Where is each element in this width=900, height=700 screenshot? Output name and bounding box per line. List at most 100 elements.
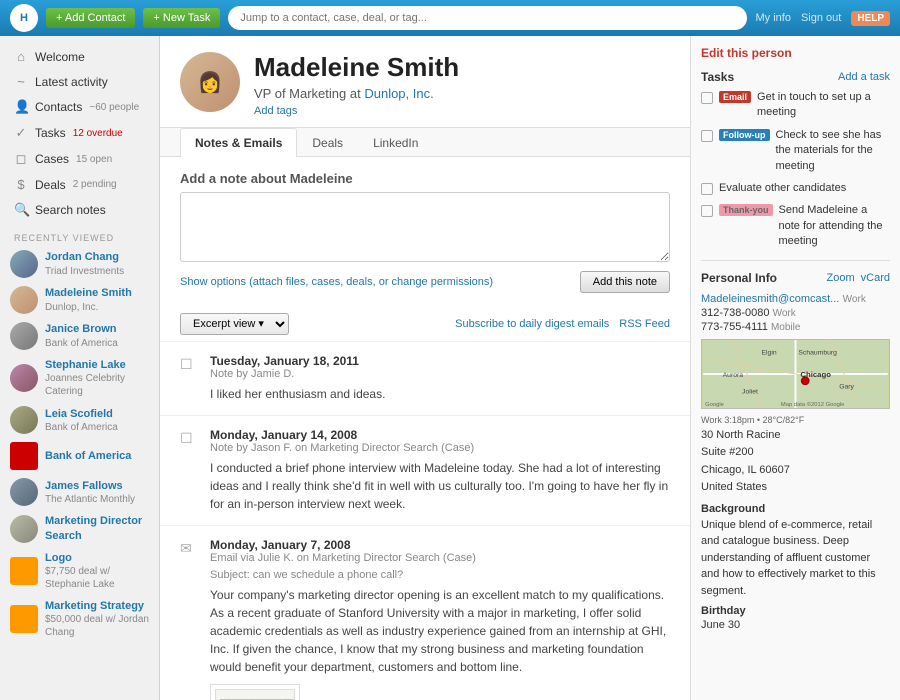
show-options-link[interactable]: Show options (attach files, cases, deals… (180, 276, 493, 288)
search-input[interactable] (228, 6, 747, 30)
sidebar-label-cases: Cases (35, 152, 69, 166)
rv-item-logo[interactable]: Logo $7,750 deal w/ Stephanie Lake (0, 547, 159, 595)
sidebar-item-contacts[interactable]: 👤 Contacts ~60 people (0, 94, 159, 120)
rv-name-janice: Janice Brown (45, 322, 118, 336)
rv-item-james[interactable]: James Fallows The Atlantic Monthly (0, 474, 159, 510)
email-link[interactable]: Madeleinesmith@comcast... (701, 293, 839, 305)
sidebar-nav: ⌂ Welcome ~ Latest activity 👤 Contacts ~… (0, 44, 159, 223)
rv-avatar-leia (10, 406, 38, 434)
notes-list: ☐ Tuesday, January 18, 2011 Note by Jami… (160, 342, 690, 700)
phone1-label: Work (773, 308, 796, 319)
address-block: 30 North RacineSuite #200Chicago, IL 606… (701, 427, 890, 497)
task-check-0[interactable] (701, 92, 713, 104)
subscribe-link[interactable]: Subscribe to daily digest emails (455, 318, 609, 330)
rv-info-madeleine: Madeleine Smith Dunlop, Inc. (45, 286, 132, 313)
rv-info-janice: Janice Brown Bank of America (45, 322, 118, 349)
sidebar-item-activity[interactable]: ~ Latest activity (0, 69, 159, 94)
rv-info-stephanie: Stephanie Lake Joannes Celebrity Caterin… (45, 358, 149, 398)
personal-info-label: Personal Info (701, 271, 777, 285)
vcard-link[interactable]: vCard (861, 272, 890, 284)
note-text-note2: I conducted a brief phone interview with… (210, 459, 670, 513)
note-textarea[interactable] (180, 192, 670, 262)
zoom-link[interactable]: Zoom (827, 272, 855, 284)
tab-notes[interactable]: Notes & Emails (180, 128, 297, 157)
task-check-1[interactable] (701, 130, 713, 142)
tasks-label: Tasks (701, 70, 734, 84)
note-content-note3: Monday, January 7, 2008 Email via Julie … (210, 538, 670, 700)
rv-item-leia[interactable]: Leia Scofield Bank of America (0, 402, 159, 438)
sidebar-item-search[interactable]: 🔍 Search notes (0, 197, 159, 223)
rv-name-mstrat: Marketing Strategy (45, 599, 149, 613)
tasks-header: Tasks Add a task (701, 70, 890, 84)
note-attachment-note3: ───────────── ───────── ───────────── ──… (210, 684, 300, 700)
note-date-note2: Monday, January 14, 2008 (210, 428, 670, 442)
tasks-icon: ✓ (14, 125, 28, 141)
rv-item-mstrat[interactable]: Marketing Strategy $50,000 deal w/ Jorda… (0, 595, 159, 643)
note-by-note1: Note by Jamie D. (210, 368, 670, 380)
rv-name-leia: Leia Scofield (45, 407, 118, 421)
tab-linkedin[interactable]: LinkedIn (358, 128, 433, 157)
rv-item-jordan[interactable]: Jordan Chang Triad Investments (0, 246, 159, 282)
add-tags-link[interactable]: Add tags (254, 105, 459, 117)
recently-viewed-list: Jordan Chang Triad Investments Madeleine… (0, 246, 159, 643)
rv-item-madeleine[interactable]: Madeleine Smith Dunlop, Inc. (0, 282, 159, 318)
edit-person-link[interactable]: Edit this person (701, 46, 792, 60)
sidebar-label-contacts: Contacts (35, 100, 82, 114)
sidebar-label-deals: Deals (35, 178, 66, 192)
rv-name-james: James Fallows (45, 479, 135, 493)
task-text-1: Check to see she has the materials for t… (776, 128, 891, 174)
badge-tasks: 12 overdue (73, 128, 123, 139)
task-text-3: Send Madeleine a note for attending the … (779, 203, 890, 249)
svg-text:Map data ©2012 Google: Map data ©2012 Google (781, 401, 844, 408)
notes-links: Subscribe to daily digest emails RSS Fee… (455, 318, 670, 330)
tab-deals[interactable]: Deals (297, 128, 358, 157)
task-text-0: Get in touch to set up a meeting (757, 90, 890, 121)
contact-title: VP of Marketing at Dunlop, Inc. (254, 86, 459, 101)
rv-info-mds: Marketing Director Search (45, 514, 149, 543)
note-text-note3: Your company's marketing director openin… (210, 586, 670, 676)
rv-name-madeleine: Madeleine Smith (45, 286, 132, 300)
svg-text:Joliet: Joliet (742, 388, 758, 395)
rv-item-stephanie[interactable]: Stephanie Lake Joannes Celebrity Caterin… (0, 354, 159, 402)
contact-company-link[interactable]: Dunlop, Inc. (364, 86, 433, 101)
rss-link[interactable]: RSS Feed (619, 318, 670, 330)
note-by-note2: Note by Jason F. on Marketing Director S… (210, 442, 670, 454)
add-task-link[interactable]: Add a task (838, 71, 890, 83)
rv-name-jordan: Jordan Chang (45, 250, 124, 264)
note-date-note3: Monday, January 7, 2008 (210, 538, 670, 552)
add-contact-button[interactable]: + Add Contact (46, 8, 135, 28)
signout-link[interactable]: Sign out (801, 12, 841, 24)
excerpt-view-select[interactable]: Excerpt view ▾ (180, 313, 289, 335)
sidebar-item-welcome[interactable]: ⌂ Welcome (0, 44, 159, 69)
rv-info-james: James Fallows The Atlantic Monthly (45, 479, 135, 506)
rv-item-boa[interactable]: Bank of America (0, 438, 159, 474)
rv-item-janice[interactable]: Janice Brown Bank of America (0, 318, 159, 354)
top-navigation: H + Add Contact + New Task My info Sign … (0, 0, 900, 36)
rv-avatar-janice (10, 322, 38, 350)
sidebar-item-cases[interactable]: ◻ Cases 15 open (0, 146, 159, 172)
notes-controls: Excerpt view ▾ Subscribe to daily digest… (160, 307, 690, 342)
task-check-2[interactable] (701, 183, 713, 195)
sidebar-label-activity: Latest activity (35, 75, 108, 89)
rv-info-jordan: Jordan Chang Triad Investments (45, 250, 124, 277)
rv-info-logo: Logo $7,750 deal w/ Stephanie Lake (45, 551, 149, 591)
rv-item-mds[interactable]: Marketing Director Search (0, 510, 159, 547)
task-item-0: Email Get in touch to set up a meeting (701, 90, 890, 121)
sidebar-item-deals[interactable]: $ Deals 2 pending (0, 172, 159, 197)
note-icon-note3: ✉ (180, 540, 200, 700)
task-check-3[interactable] (701, 205, 713, 217)
note-entry-note2: ☐ Monday, January 14, 2008 Note by Jason… (160, 416, 690, 526)
rv-avatar-jordan (10, 250, 38, 278)
task-item-3: Thank-you Send Madeleine a note for atte… (701, 203, 890, 249)
task-tag-3: Thank-you (719, 204, 773, 216)
svg-text:Aurora: Aurora (723, 371, 744, 378)
note-actions: Show options (attach files, cases, deals… (180, 271, 670, 293)
map-label: Work 3:18pm • 28°C/82°F (701, 415, 890, 425)
tabs-bar: Notes & EmailsDealsLinkedIn (160, 128, 690, 157)
add-note-button[interactable]: Add this note (580, 271, 670, 293)
sidebar-item-tasks[interactable]: ✓ Tasks 12 overdue (0, 120, 159, 146)
help-button[interactable]: HELP (851, 11, 890, 26)
note-text-note1: I liked her enthusiasm and ideas. (210, 385, 670, 403)
my-info-link[interactable]: My info (755, 12, 790, 24)
new-task-button[interactable]: + New Task (143, 8, 220, 28)
